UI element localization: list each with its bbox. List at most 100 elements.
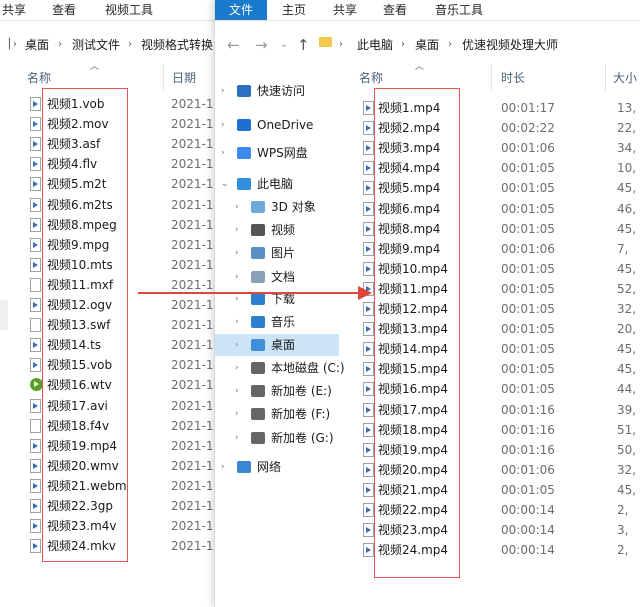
nav-item[interactable]: › 文档 (215, 266, 339, 288)
music-file-icon (363, 523, 374, 538)
nav-item-label: 本地磁盘 (C:) (271, 361, 345, 375)
breadcrumb-video-format-convert[interactable]: 视频格式转换 (141, 35, 213, 55)
file-date: 2021-12 (171, 418, 214, 433)
music-file-icon (363, 342, 374, 357)
file-size: 45, (617, 221, 637, 236)
file-duration: 00:01:17 (501, 101, 555, 115)
column-header-name[interactable]: 名称 (27, 68, 51, 88)
file-size: 7, (617, 241, 629, 256)
file-date: 2021-12 (171, 338, 214, 353)
music-file-icon (363, 362, 374, 377)
tab-share[interactable]: 共享 (2, 0, 26, 20)
tab-home[interactable]: 主页 (282, 0, 306, 20)
chevron-right-icon[interactable]: › (235, 357, 239, 379)
music-file-icon (363, 161, 374, 176)
film-icon (251, 224, 265, 236)
file-date: 2021-12 (171, 438, 214, 453)
column-divider[interactable] (491, 64, 492, 92)
nav-item[interactable]: › 新加卷 (G:) (215, 427, 339, 449)
file-size: 45, (617, 261, 637, 276)
chevron-right-icon[interactable]: › (235, 427, 239, 449)
music-file-icon (363, 121, 374, 136)
video-file-icon (30, 157, 41, 172)
tab-share[interactable]: 共享 (333, 0, 357, 20)
file-size: 3, (617, 523, 629, 538)
breadcrumb-folder-icon: ▕ (2, 39, 10, 50)
file-size: 39, (617, 402, 637, 417)
nav-item[interactable]: › 视频 (215, 219, 339, 241)
nav-item[interactable]: › WPS网盘 (215, 142, 339, 164)
nav-item[interactable]: › 网络 (215, 456, 339, 478)
column-header-duration[interactable]: 时长 (501, 68, 525, 88)
nav-item[interactable]: › 新加卷 (E:) (215, 380, 339, 402)
left-address-bar[interactable]: ▕ › 桌面 › 测试文件 › 视频格式转换 (0, 21, 214, 69)
nav-item[interactable]: › 快速访问 (215, 80, 339, 102)
video-file-icon (30, 539, 41, 554)
breadcrumb-current-folder[interactable]: 优速视频处理大师 (462, 35, 558, 55)
column-divider[interactable] (605, 64, 606, 92)
drive-icon (251, 408, 265, 420)
column-divider[interactable] (163, 64, 164, 92)
nav-item[interactable]: ⌄ 此电脑 (215, 173, 339, 195)
breadcrumb-desktop[interactable]: 桌面 (415, 35, 439, 55)
file-size: 52, (617, 281, 637, 296)
chevron-right-icon[interactable]: › (221, 456, 225, 478)
chevron-right-icon[interactable]: › (221, 114, 225, 136)
file-date: 2021-12 (171, 318, 214, 333)
video-file-icon (30, 338, 41, 353)
tab-music-tools[interactable]: 音乐工具 (435, 0, 483, 20)
chevron-right-icon[interactable]: › (235, 380, 239, 402)
nav-item[interactable]: › 本地磁盘 (C:) (215, 357, 345, 379)
red-arrow-shaft (138, 292, 360, 294)
tab-view[interactable]: 查看 (383, 0, 407, 20)
chevron-right-icon[interactable]: › (235, 403, 239, 425)
file-size: 32, (617, 462, 637, 477)
nav-item-label: 桌面 (271, 338, 296, 352)
file-date: 2021-11 (171, 117, 214, 132)
nav-item[interactable]: › 桌面 (215, 334, 339, 356)
nav-item[interactable]: › OneDrive (215, 114, 339, 136)
chevron-right-icon[interactable]: › (235, 311, 239, 333)
breadcrumb-desktop[interactable]: 桌面 (25, 35, 49, 55)
music-file-icon (363, 422, 374, 437)
nav-item[interactable]: › 图片 (215, 242, 339, 264)
column-header-size[interactable]: 大小 (613, 68, 637, 88)
column-header-date[interactable]: 日期 (172, 68, 196, 88)
nav-item[interactable]: › 音乐 (215, 311, 339, 333)
music-file-icon (363, 382, 374, 397)
red-arrow-head-icon (358, 286, 372, 300)
file-date: 2021-11 (171, 237, 214, 252)
chevron-right-icon[interactable]: › (221, 80, 225, 102)
chevron-right-icon[interactable]: › (235, 266, 239, 288)
breadcrumb-this-pc[interactable]: 此电脑 (357, 35, 393, 55)
picture-icon (251, 247, 265, 259)
network-icon (237, 461, 251, 473)
file-size: 44, (617, 382, 637, 397)
chevron-down-icon[interactable]: ⌄ (221, 173, 229, 195)
file-size: 34, (617, 141, 637, 156)
nav-item-label: 图片 (271, 246, 296, 260)
drive-icon (251, 385, 265, 397)
chevron-right-icon[interactable]: › (235, 242, 239, 264)
up-arrow-icon[interactable]: ↑ (297, 35, 310, 55)
chevron-right-icon: › (448, 39, 452, 50)
back-arrow-icon[interactable]: ← (227, 35, 240, 55)
column-header-name[interactable]: 名称 (359, 68, 383, 88)
tab-file[interactable]: 文件 (215, 0, 267, 20)
file-duration: 00:00:14 (501, 503, 555, 517)
chevron-right-icon[interactable]: › (235, 219, 239, 241)
tab-video-tools[interactable]: 视频工具 (105, 0, 153, 20)
file-duration: 00:01:05 (501, 161, 555, 176)
nav-item[interactable]: › 3D 对象 (215, 196, 339, 218)
breadcrumb-test-files[interactable]: 测试文件 (72, 35, 120, 55)
chevron-right-icon[interactable]: › (221, 142, 225, 164)
nav-item[interactable]: › 新加卷 (F:) (215, 403, 339, 425)
recent-chevron-down-icon[interactable]: ⌄ (280, 35, 288, 55)
tab-view[interactable]: 查看 (52, 0, 76, 20)
chevron-right-icon[interactable]: › (235, 334, 239, 356)
file-duration: 00:01:06 (501, 141, 555, 156)
chevron-right-icon[interactable]: › (235, 196, 239, 218)
forward-arrow-icon[interactable]: → (255, 35, 268, 55)
video-file-icon (30, 237, 41, 252)
highlight-box-source-files (42, 88, 128, 562)
